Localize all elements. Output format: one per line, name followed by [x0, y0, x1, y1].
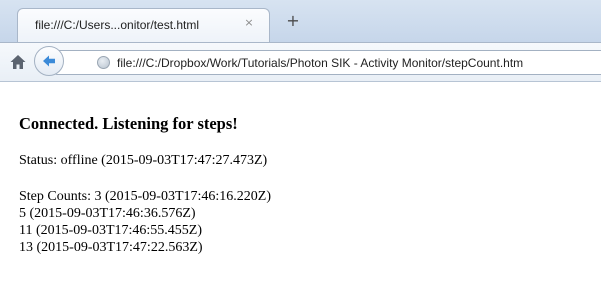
navigation-bar: file:///C:/Dropbox/Work/Tutorials/Photon…	[0, 42, 601, 82]
tab-title: file:///C:/Users...onitor/test.html	[35, 18, 200, 32]
step-count-line: 13 (2015-09-03T17:47:22.563Z)	[19, 240, 203, 255]
browser-tab[interactable]: file:///C:/Users...onitor/test.html ×	[17, 8, 270, 42]
url-text[interactable]: file:///C:/Dropbox/Work/Tutorials/Photon…	[117, 56, 523, 70]
address-bar[interactable]: file:///C:/Dropbox/Work/Tutorials/Photon…	[54, 50, 601, 75]
status-line: Status: offline (2015-09-03T17:47:27.473…	[19, 153, 268, 168]
step-count-line: 11 (2015-09-03T17:46:55.455Z)	[19, 223, 203, 238]
connection-heading: Connected. Listening for steps!	[19, 114, 238, 133]
globe-icon	[97, 56, 110, 69]
step-count-line: 5 (2015-09-03T17:46:36.576Z)	[19, 206, 196, 221]
back-arrow-icon	[43, 55, 55, 67]
home-icon[interactable]	[9, 53, 27, 71]
tab-strip: file:///C:/Users...onitor/test.html × +	[0, 0, 601, 42]
step-counts: Step Counts: 3 (2015-09-03T17:46:16.220Z…	[19, 188, 594, 256]
close-icon[interactable]: ×	[242, 16, 256, 30]
back-button[interactable]	[34, 46, 64, 76]
page-content: Connected. Listening for steps! Status: …	[19, 114, 594, 256]
step-count-line: Step Counts: 3 (2015-09-03T17:46:16.220Z…	[19, 189, 271, 204]
plus-icon[interactable]: +	[285, 13, 301, 29]
